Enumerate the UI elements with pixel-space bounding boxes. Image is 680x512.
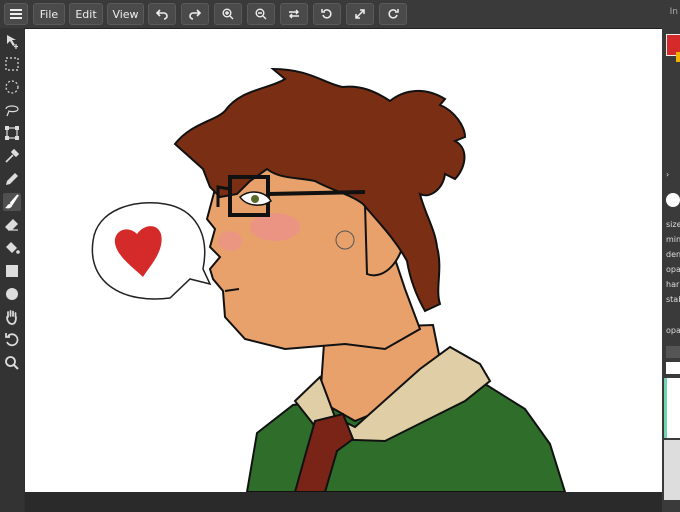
- dashed-rectangle-icon: [5, 57, 19, 71]
- transform-tool[interactable]: [3, 124, 21, 142]
- edit-menu-button[interactable]: Edit: [69, 3, 103, 25]
- dashed-circle-icon: [5, 80, 19, 94]
- view-menu-button[interactable]: View: [107, 3, 144, 25]
- fill-tool[interactable]: [3, 239, 21, 257]
- eyedropper-tool[interactable]: [3, 147, 21, 165]
- pencil-tool[interactable]: [3, 170, 21, 188]
- cheek-blush: [250, 213, 300, 241]
- hamburger-icon: [10, 9, 22, 19]
- zoom-out-button[interactable]: [247, 3, 275, 25]
- top-toolbar: File Edit View In: [0, 0, 680, 29]
- zoom-in-icon: [222, 8, 234, 20]
- rectangle-tool[interactable]: [3, 262, 21, 280]
- undo-button[interactable]: [148, 3, 176, 25]
- filled-circle-icon: [6, 288, 18, 300]
- param-opacity[interactable]: opa: [666, 265, 680, 274]
- active-layer[interactable]: [664, 378, 680, 438]
- move-arrow-icon: [7, 35, 18, 49]
- panel-header-label: In: [669, 7, 678, 17]
- flip-arrows-icon: [289, 9, 299, 19]
- artwork: [91, 67, 567, 492]
- hand-icon: [6, 310, 17, 325]
- fit-view-button[interactable]: [346, 3, 374, 25]
- zoom-in-button[interactable]: [214, 3, 242, 25]
- ellipse-select-tool[interactable]: [3, 78, 21, 96]
- glasses-arm: [267, 190, 366, 196]
- redo-button[interactable]: [181, 3, 209, 25]
- magnifier-icon: [5, 356, 19, 370]
- rotate-left-icon: [321, 9, 332, 19]
- drawing-canvas[interactable]: [25, 29, 662, 492]
- nose-blush: [218, 231, 242, 251]
- eraser-icon: [5, 219, 18, 231]
- lasso-icon: [5, 105, 19, 117]
- rotate-icon: [5, 333, 19, 347]
- right-panel: › size min den opa har stab opa: [662, 28, 680, 512]
- chevron-right-icon[interactable]: ›: [666, 170, 669, 179]
- redo-icon: [189, 9, 201, 20]
- param-size[interactable]: size: [666, 220, 680, 229]
- lasso-tool[interactable]: [3, 101, 21, 119]
- zoom-out-icon: [255, 8, 267, 20]
- transform-icon: [5, 126, 19, 140]
- rotate-view-tool[interactable]: [3, 331, 21, 349]
- pencil-icon: [6, 173, 18, 185]
- eraser-tool[interactable]: [3, 216, 21, 234]
- flip-button[interactable]: [280, 3, 308, 25]
- hamburger-menu-button[interactable]: [4, 3, 28, 25]
- eyedropper-icon: [5, 148, 20, 163]
- rotate-right-button[interactable]: [379, 3, 407, 25]
- rect-select-tool[interactable]: [3, 55, 21, 73]
- layer-opacity-label: opa: [666, 326, 680, 335]
- left-toolbar: [0, 28, 24, 512]
- secondary-color-swatch[interactable]: [676, 52, 680, 62]
- canvas-bottom-bar: [25, 492, 662, 512]
- expand-icon: [355, 9, 365, 19]
- brush-icon: [5, 194, 19, 209]
- rotate-right-icon: [388, 9, 399, 19]
- filled-square-icon: [6, 265, 18, 277]
- param-min[interactable]: min: [666, 235, 680, 244]
- layer-button[interactable]: [666, 346, 680, 358]
- hand-tool[interactable]: [3, 308, 21, 326]
- param-hardness[interactable]: har: [666, 280, 679, 289]
- layer-row[interactable]: [664, 440, 680, 500]
- ellipse-tool[interactable]: [3, 285, 21, 303]
- file-menu-button[interactable]: File: [33, 3, 65, 25]
- undo-icon: [156, 9, 168, 20]
- rotate-left-button[interactable]: [313, 3, 341, 25]
- param-stabilizer[interactable]: stab: [666, 295, 680, 304]
- zoom-tool[interactable]: [3, 354, 21, 372]
- move-tool[interactable]: [3, 32, 21, 50]
- brush-tool[interactable]: [3, 193, 21, 211]
- lock-icon[interactable]: [666, 362, 680, 374]
- param-density[interactable]: den: [666, 250, 680, 259]
- brush-preview-icon: [666, 193, 680, 207]
- paint-bucket-icon: [6, 242, 20, 254]
